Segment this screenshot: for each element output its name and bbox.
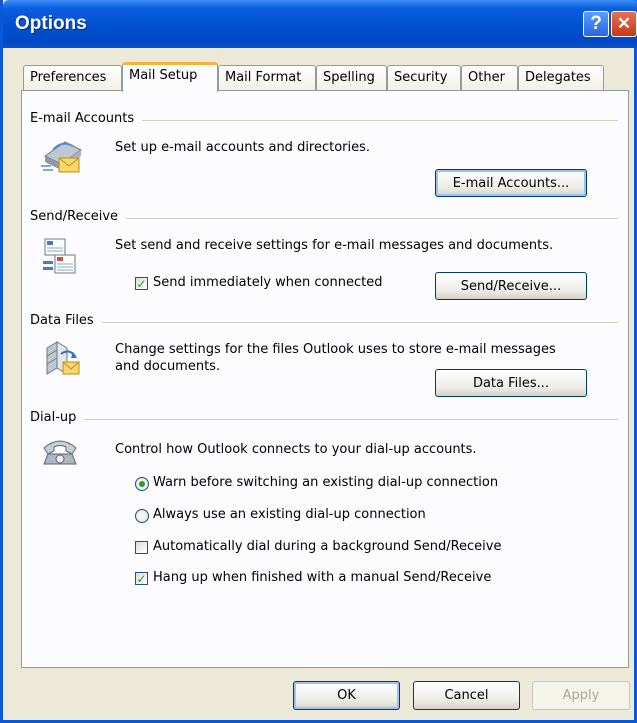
send-receive-button[interactable]: Send/Receive... [435, 272, 587, 300]
email-accounts-description: Set up e-mail accounts and directories. [115, 140, 371, 155]
email-accounts-button[interactable]: E-mail Accounts... [435, 169, 587, 197]
tab-label: Security [394, 70, 448, 85]
data-files-icon [46, 341, 80, 375]
data-files-button[interactable]: Data Files... [435, 369, 587, 397]
radio-selected-dot [139, 481, 145, 487]
send-immediately-checkbox[interactable]: ✓ [135, 277, 148, 290]
tab-label: Mail Setup [129, 68, 198, 83]
data-files-heading: Data Files [30, 313, 102, 328]
data-files-description-line2: and documents. [115, 359, 221, 374]
auto-dial-label[interactable]: Automatically dial during a background S… [153, 539, 501, 554]
dialup-description: Control how Outlook connects to your dia… [115, 442, 477, 457]
checkmark-icon: ✓ [136, 276, 147, 291]
close-button[interactable]: ✕ [611, 11, 637, 37]
window-title: Options [15, 13, 87, 34]
always-use-existing-label[interactable]: Always use an existing dial-up connectio… [153, 507, 426, 522]
tab-mail-setup[interactable]: Mail Setup [122, 62, 218, 92]
email-accounts-heading: E-mail Accounts [30, 111, 143, 126]
auto-dial-checkbox[interactable] [135, 541, 148, 554]
section-divider [30, 419, 618, 420]
ok-button[interactable]: OK [293, 681, 400, 710]
dialup-heading: Dial-up [30, 410, 85, 425]
mail-setup-panel: E-mail Accounts Set up e-mail accounts a… [21, 90, 629, 668]
cancel-button[interactable]: Cancel [413, 681, 520, 710]
button-label: Apply [562, 688, 600, 703]
apply-button[interactable]: Apply [532, 681, 630, 710]
close-icon: ✕ [616, 14, 632, 33]
warn-before-switching-label[interactable]: Warn before switching an existing dial-u… [153, 475, 498, 490]
help-icon: ? [590, 13, 602, 34]
send-immediately-label[interactable]: Send immediately when connected [153, 275, 383, 290]
tab-security[interactable]: Security [387, 65, 461, 90]
send-receive-icon [43, 238, 76, 274]
button-label: Cancel [444, 688, 489, 703]
tab-label: Preferences [30, 70, 107, 85]
tab-spelling[interactable]: Spelling [316, 65, 387, 90]
section-divider [30, 322, 618, 323]
send-receive-heading: Send/Receive [30, 209, 127, 224]
hang-up-checkbox[interactable]: ✓ [135, 572, 148, 585]
tab-preferences[interactable]: Preferences [23, 65, 122, 90]
tab-other[interactable]: Other [461, 65, 518, 90]
button-label: Send/Receive... [460, 278, 562, 294]
send-receive-description: Set send and receive settings for e-mail… [115, 238, 554, 253]
hang-up-label[interactable]: Hang up when finished with a manual Send… [153, 570, 491, 585]
button-label: Data Files... [472, 375, 550, 391]
email-accounts-icon [41, 141, 82, 173]
tab-delegates[interactable]: Delegates [518, 65, 604, 90]
options-dialog: Options ? ✕ Preferences Mail Setup Mail … [0, 0, 637, 723]
tab-label: Spelling [323, 70, 375, 85]
telephone-icon [43, 440, 77, 465]
checkmark-icon: ✓ [136, 571, 147, 586]
tab-label: Other [468, 70, 505, 85]
always-use-existing-radio[interactable] [135, 509, 149, 523]
tab-mail-format[interactable]: Mail Format [218, 65, 316, 90]
help-button[interactable]: ? [583, 11, 609, 37]
data-files-description-line1: Change settings for the files Outlook us… [115, 342, 556, 357]
tab-label: Delegates [525, 70, 591, 85]
button-label: E-mail Accounts... [452, 175, 570, 191]
button-label: OK [337, 688, 356, 703]
tab-label: Mail Format [225, 70, 302, 85]
title-bar[interactable]: Options ? ✕ [3, 0, 637, 48]
warn-before-switching-radio[interactable] [135, 477, 149, 491]
